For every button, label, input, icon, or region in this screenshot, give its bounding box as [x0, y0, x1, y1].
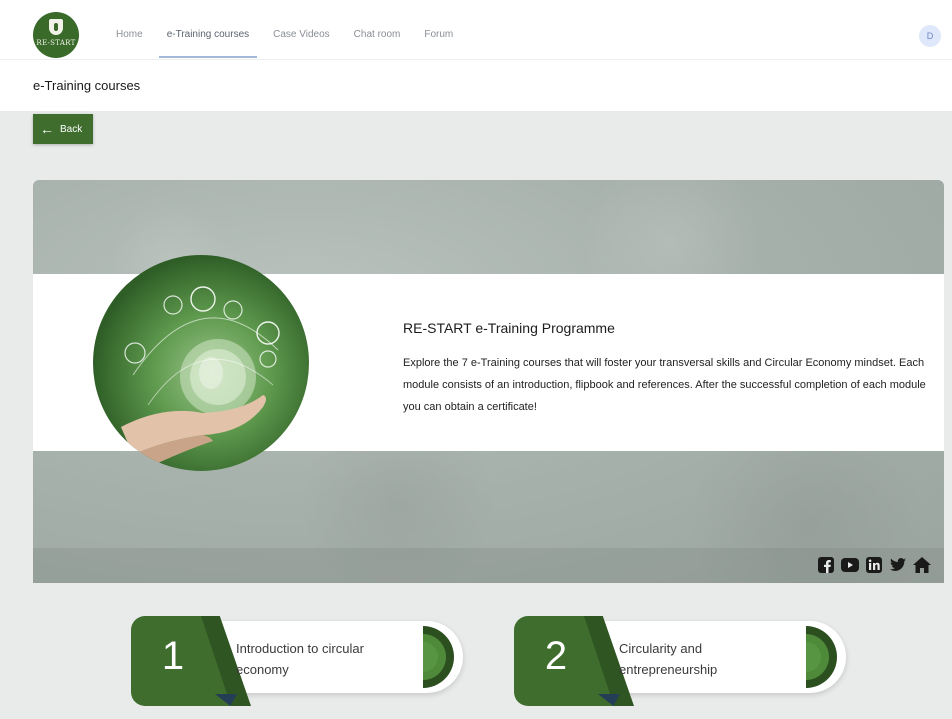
- youtube-icon[interactable]: [841, 556, 859, 574]
- hero-heading: RE-START e-Training Programme: [403, 320, 615, 336]
- top-navbar: RE-START Home e-Training courses Case Vi…: [0, 0, 952, 60]
- module-card-1[interactable]: 1 Introduction to circular economy: [131, 616, 463, 706]
- back-button-label: Back: [60, 123, 83, 135]
- user-avatar[interactable]: D: [919, 25, 941, 47]
- social-links: [817, 556, 931, 574]
- main-nav: Home e-Training courses Case Videos Chat…: [104, 0, 465, 60]
- hero-bottom-strip: [33, 548, 944, 583]
- linkedin-icon[interactable]: [865, 556, 883, 574]
- module-card-2[interactable]: 2 Circularity and entrepreneurship: [514, 616, 846, 706]
- nav-item-chat-room[interactable]: Chat room: [342, 0, 413, 60]
- module-title: Introduction to circular economy: [236, 641, 364, 677]
- nav-item-home[interactable]: Home: [104, 0, 155, 60]
- facebook-icon[interactable]: [817, 556, 835, 574]
- home-icon[interactable]: [913, 556, 931, 574]
- module-number: 2: [544, 634, 568, 678]
- hero-globe-image: [93, 255, 309, 471]
- leaf-icon: [49, 19, 63, 35]
- restart-logo[interactable]: RE-START: [33, 12, 79, 58]
- hero-description: Explore the 7 e-Training courses that wi…: [403, 357, 926, 413]
- logo-text: RE-START: [36, 39, 76, 47]
- module-title: Circularity and entrepreneurship: [619, 641, 718, 677]
- hero-banner: RE-START e-Training Programme Explore th…: [33, 180, 944, 583]
- nav-item-case-videos[interactable]: Case Videos: [261, 0, 342, 60]
- page-title: e-Training courses: [33, 78, 141, 93]
- twitter-icon[interactable]: [889, 556, 907, 574]
- arrow-left-icon: ←: [40, 121, 54, 137]
- module-number: 1: [161, 634, 185, 678]
- nav-item-forum[interactable]: Forum: [412, 0, 465, 60]
- half-circle-icon: [423, 626, 454, 688]
- half-circle-icon: [806, 626, 837, 688]
- back-button[interactable]: ← Back: [33, 114, 93, 144]
- nav-item-e-training-courses[interactable]: e-Training courses: [155, 0, 261, 60]
